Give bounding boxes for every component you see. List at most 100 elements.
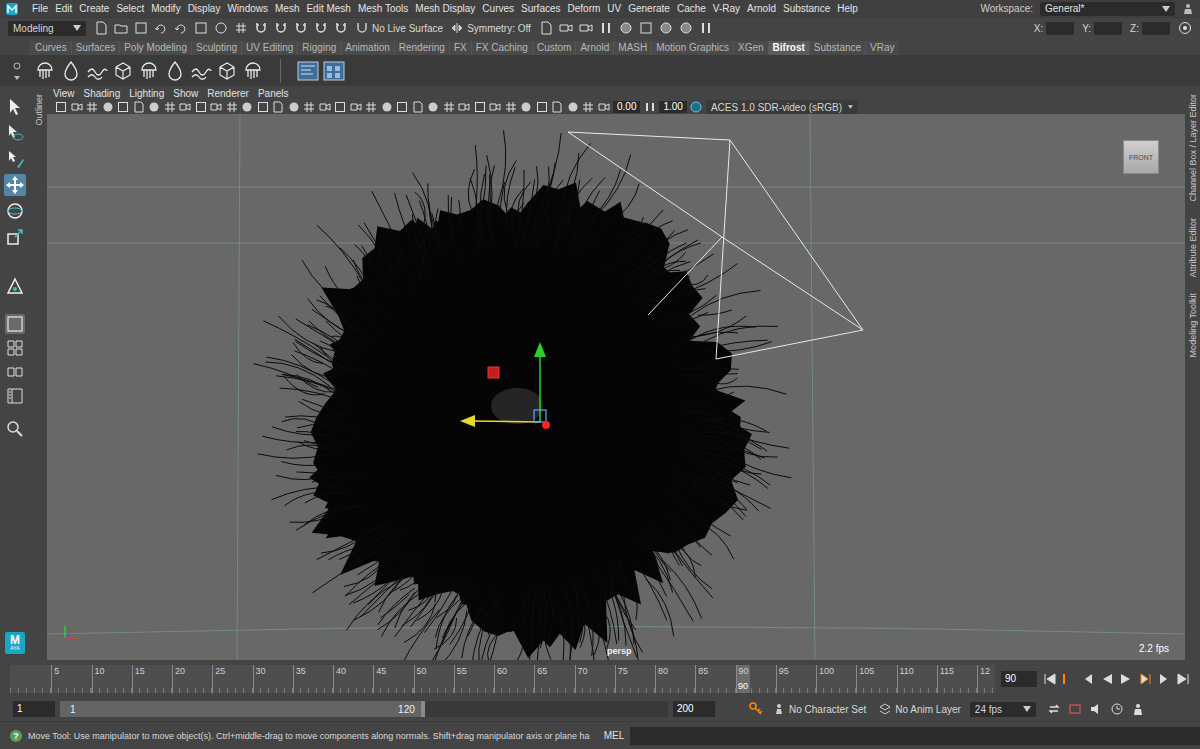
tool-button[interactable] [4,148,26,170]
tool-button[interactable] [4,276,26,298]
step-forward-icon[interactable] [1157,672,1171,686]
viewport-tool-4-icon[interactable] [102,101,114,113]
next-key-icon[interactable] [1138,672,1152,686]
menu-item[interactable]: Surfaces [521,3,560,14]
select-object-icon[interactable] [214,21,228,35]
viewport-tool-22-icon[interactable] [381,101,393,113]
bifrost-kill-icon[interactable] [242,60,264,82]
bifrost-cube-icon[interactable] [216,60,238,82]
menu-item[interactable]: Edit [55,3,72,14]
current-frame-field[interactable]: 90 [1001,671,1037,687]
viewport-tool-1-icon[interactable] [55,101,67,113]
render-settings-icon[interactable] [599,21,613,35]
sign-in-icon[interactable] [1178,21,1192,35]
tool-button[interactable] [4,174,26,196]
render-frame-icon[interactable] [559,21,573,35]
vray-render-icon[interactable] [659,21,673,35]
viewport-tool-34-icon[interactable] [567,101,579,113]
cache-icon[interactable] [1068,702,1082,716]
character-set-dropdown[interactable]: No Character Set [769,702,870,716]
menu-item[interactable]: Help [837,3,858,14]
new-scene-icon[interactable] [94,21,108,35]
undo-icon[interactable] [154,21,168,35]
view-cube[interactable]: FRONT [1123,140,1159,174]
maya-app-icon[interactable] [5,2,19,16]
shelf-tab[interactable]: Substance [809,41,865,55]
play-forward-icon[interactable] [1119,672,1133,686]
shelf-tab[interactable]: Motion Graphics [651,41,733,55]
save-scene-icon[interactable] [134,21,148,35]
shelf-tab[interactable]: Arnold [575,41,613,55]
history-icon[interactable] [539,21,553,35]
loop-icon[interactable] [1047,702,1061,716]
live-surface-field[interactable]: No Live Surface [356,22,443,34]
menu-item[interactable]: Arnold [747,3,776,14]
viewport-tool-15-icon[interactable] [272,101,284,113]
color-management-icon[interactable] [690,101,702,113]
hypershade-icon[interactable] [619,21,633,35]
layout-button[interactable] [5,338,25,358]
command-language[interactable]: MEL [604,730,625,741]
step-back-icon[interactable] [1062,672,1076,686]
panel-menu-item[interactable]: Shading [84,88,121,99]
bifrost-burst-icon[interactable] [86,60,108,82]
bifrost-graph-icon[interactable] [297,60,319,82]
start-frame-field[interactable]: 1 [13,701,55,717]
viewport-tool-35-icon[interactable] [582,101,594,113]
viewport-tool-32-icon[interactable] [536,101,548,113]
snap-view-icon[interactable] [314,21,328,35]
select-component-icon[interactable] [234,21,248,35]
shelf-tab[interactable]: MASH [613,41,651,55]
time-slider[interactable]: 9051015202530354045505560657075808590951… [10,665,995,693]
bifrost-browser-icon[interactable] [323,60,345,82]
command-input[interactable] [630,727,1200,745]
shelf-tab[interactable]: UV Editing [241,41,297,55]
viewport-tool-12-icon[interactable] [226,101,238,113]
bifrost-aero-icon[interactable] [138,60,160,82]
menu-item[interactable]: Deform [568,3,601,14]
menu-item[interactable]: Select [116,3,144,14]
menu-item[interactable]: Mesh [275,3,299,14]
shelf-tab[interactable]: Sculpting [191,41,241,55]
panel-menu-item[interactable]: Show [173,88,198,99]
bifrost-liquid-icon[interactable] [34,60,56,82]
snap-curve-icon[interactable] [274,21,288,35]
snap-grid-icon[interactable] [254,21,268,35]
viewport-tool-8-icon[interactable] [164,101,176,113]
menu-item[interactable]: Mesh Display [415,3,475,14]
viewport-tool-10-icon[interactable] [195,101,207,113]
panel-menu-item[interactable]: Panels [258,88,289,99]
viewport-tool-11-icon[interactable] [210,101,222,113]
sound-icon[interactable] [1089,702,1103,716]
bifrost-ocean-icon[interactable] [190,60,212,82]
viewport-tool-18-icon[interactable] [319,101,331,113]
range-slider-fill[interactable]: 1120 [60,701,425,717]
shelf-tab[interactable]: Rendering [394,41,449,55]
coordinate-input[interactable] [1046,22,1074,35]
layout-button[interactable] [5,362,25,382]
coordinate-input[interactable] [1142,22,1170,35]
viewport-canvas[interactable]: FRONTpersp2.2 fps [47,114,1185,660]
snap-surface-icon[interactable] [334,21,348,35]
panel-menu-item[interactable]: Renderer [207,88,249,99]
tool-button[interactable] [4,122,26,144]
menu-item[interactable]: Cache [677,3,706,14]
viewport-tool-24-icon[interactable] [412,101,424,113]
shelf-tab[interactable]: FX [449,41,471,55]
viewport-tool-25-icon[interactable] [427,101,439,113]
range-slider[interactable]: 1120 [60,701,668,717]
menu-item[interactable]: Windows [227,3,268,14]
viewport-tool-30-icon[interactable] [505,101,517,113]
shelf-tab[interactable]: Curves [30,41,71,55]
menu-item[interactable]: Generate [628,3,670,14]
select-hierarchy-icon[interactable] [194,21,208,35]
shelf-tab[interactable]: Bifrost [768,41,809,55]
pause-icon[interactable] [699,21,713,35]
menu-item[interactable]: Substance [783,3,830,14]
person-icon[interactable] [1131,702,1145,716]
shelf-tab[interactable]: XGen [733,41,768,55]
fps-dropdown[interactable]: 24 fps [970,702,1036,717]
viewport-tool-2-icon[interactable] [71,101,83,113]
coordinate-input[interactable] [1094,22,1122,35]
search-icon[interactable] [6,420,24,438]
